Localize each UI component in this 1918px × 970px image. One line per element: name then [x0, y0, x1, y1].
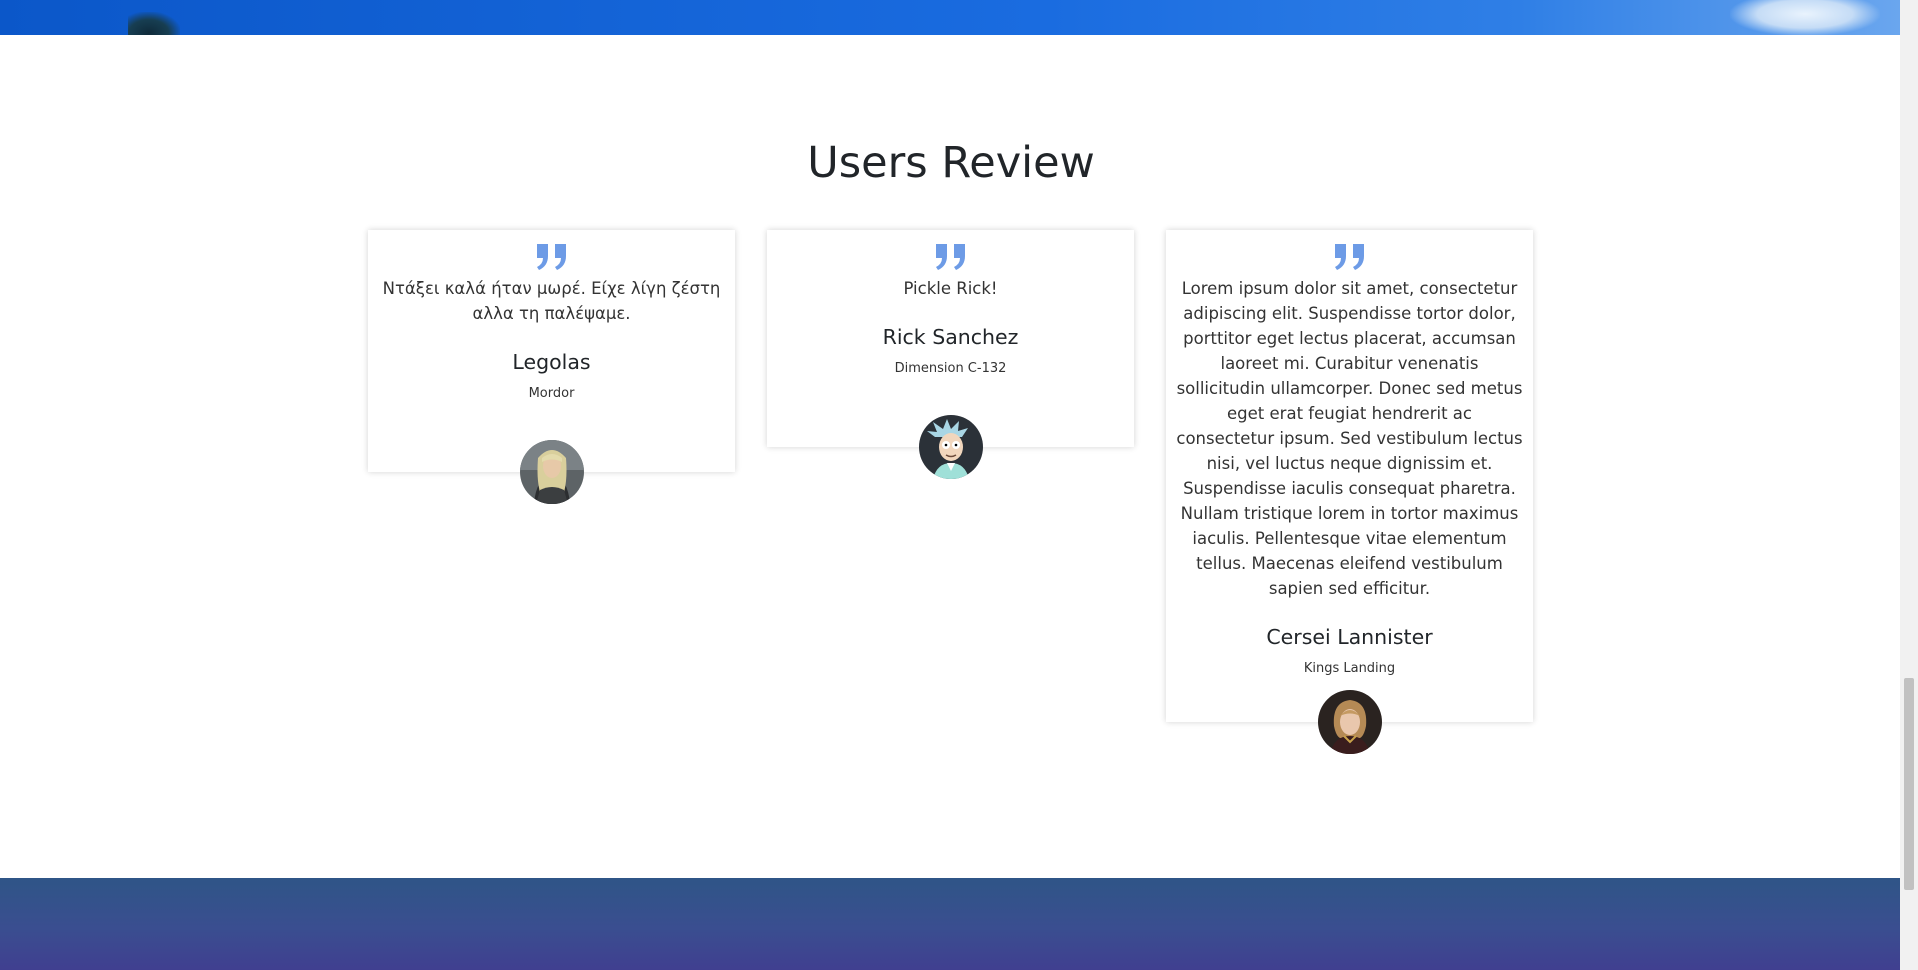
review-card: Pickle Rick! Rick Sanchez Dimension C-13…: [767, 230, 1134, 479]
palm-tree-image: [128, 12, 180, 35]
quote-icon: [935, 244, 965, 270]
reviewer-location: Dimension C-132: [894, 361, 1007, 376]
reviewer-name: Cersei Lannister: [1266, 625, 1433, 649]
review-card: Ντάξει καλά ήταν μωρέ. Είχε λίγη ζέστη α…: [368, 230, 735, 504]
hero-banner-bottom: [0, 0, 1900, 35]
footer-section: [0, 878, 1900, 970]
review-text: Lorem ipsum dolor sit amet, consectetur …: [1176, 279, 1523, 598]
review-text: Pickle Rick!: [903, 279, 998, 298]
reviewer-location: Mordor: [528, 386, 575, 401]
review-text: Ντάξει καλά ήταν μωρέ. Είχε λίγη ζέστη α…: [382, 279, 721, 323]
scrollbar-thumb[interactable]: [1904, 678, 1914, 890]
legolas-avatar: [519, 440, 584, 504]
reviewer-name: Rick Sanchez: [882, 325, 1019, 349]
review-card: Lorem ipsum dolor sit amet, consectetur …: [1166, 230, 1533, 754]
reviewer-name: Legolas: [512, 350, 591, 374]
quote-icon: [536, 244, 566, 270]
reviewer-location: Kings Landing: [1303, 661, 1396, 676]
cloud-image: [1730, 0, 1880, 35]
page-scrollbar[interactable]: [1900, 0, 1918, 970]
section-title: Users Review: [807, 138, 1095, 188]
quote-icon: [1334, 244, 1364, 270]
cersei-avatar: [1317, 690, 1382, 754]
rick-avatar: [918, 415, 983, 479]
